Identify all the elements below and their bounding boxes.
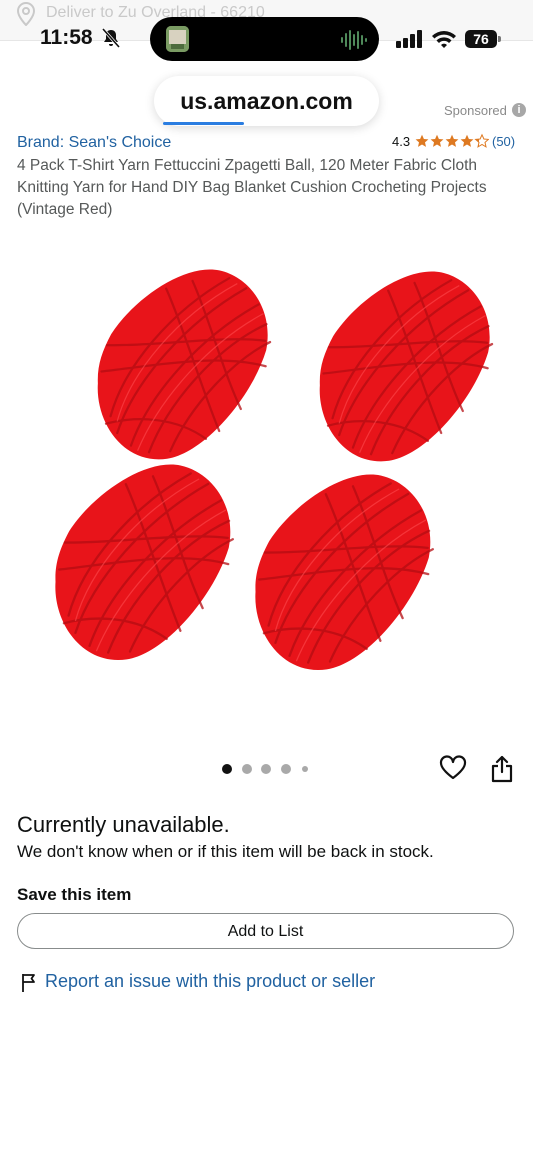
now-playing-thumbnail [166, 26, 189, 52]
carousel-dot[interactable] [302, 766, 308, 772]
star-rating-icon[interactable] [415, 133, 489, 149]
bell-slash-icon [101, 28, 121, 48]
availability-message: We don't know when or if this item will … [17, 842, 434, 861]
red-yarn-balls-image[interactable] [20, 240, 515, 710]
cellular-signal-icon [396, 30, 422, 48]
flag-icon [22, 974, 35, 992]
review-count-link[interactable]: (50) [492, 134, 515, 149]
location-pin-icon [16, 2, 36, 26]
product-title: 4 Pack T-Shirt Yarn Fettuccini Zpagetti … [17, 157, 487, 218]
carousel-dot[interactable] [242, 764, 252, 774]
url-text[interactable]: us.amazon.com [154, 88, 379, 115]
wifi-icon [432, 31, 456, 48]
availability-status: Currently unavailable. [17, 812, 230, 837]
carousel-dot[interactable] [261, 764, 271, 774]
brand-link[interactable]: Brand: Sean's Choice [17, 134, 171, 152]
audio-waveform-icon [341, 30, 367, 50]
heart-icon[interactable] [439, 755, 467, 781]
report-issue-link[interactable]: Report an issue with this product or sel… [45, 971, 375, 992]
page-load-progress [163, 122, 244, 125]
carousel-dot[interactable] [281, 764, 291, 774]
share-icon[interactable] [489, 755, 515, 783]
battery-tip [498, 36, 501, 42]
battery-indicator: 76 [465, 30, 497, 48]
info-icon[interactable]: i [512, 103, 526, 117]
url-bar[interactable]: us.amazon.com [154, 76, 379, 126]
rating-value[interactable]: 4.3 [392, 134, 410, 149]
save-item-heading: Save this item [17, 885, 132, 904]
add-to-list-button[interactable]: Add to List [17, 913, 514, 949]
status-time: 11:58 [40, 26, 93, 49]
carousel-dot[interactable] [222, 764, 232, 774]
sponsored-label: Sponsored [444, 103, 507, 118]
